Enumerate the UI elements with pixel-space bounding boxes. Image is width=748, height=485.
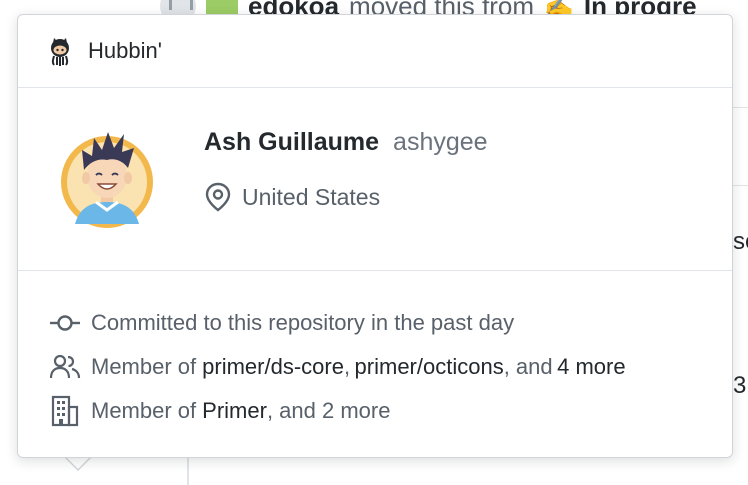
orgs-suffix: , and 2 more: [266, 398, 391, 423]
teams-context-item: Member of primer/ds-core, primer/octicon…: [18, 345, 732, 389]
git-commit-icon: [49, 308, 81, 338]
background-divider: [733, 185, 748, 186]
user-avatar[interactable]: [48, 120, 166, 238]
commit-context-text: Committed to this repository in the past…: [91, 310, 515, 335]
hovercard-context-list: Committed to this repository in the past…: [18, 271, 732, 433]
user-location-text: United States: [242, 183, 381, 210]
team-link-octicons[interactable]: primer/octicons: [355, 354, 504, 380]
orgs-prefix: Member of: [91, 398, 197, 423]
teams-more-link[interactable]: 4 more: [557, 354, 625, 380]
team-link-ds-core[interactable]: primer/ds-core: [202, 354, 344, 380]
user-hovercard: Hubbin' Ash Guillaume ashygee United Sta…: [17, 14, 733, 458]
teams-prefix: Member of: [91, 354, 197, 379]
user-name-row: Ash Guillaume ashygee: [204, 128, 488, 157]
org-name[interactable]: Hubbin': [88, 38, 162, 64]
background-text-fragment: se: [733, 228, 748, 255]
octocat-icon: [44, 35, 76, 67]
teams-separator: ,: [343, 354, 351, 379]
commit-context-item: Committed to this repository in the past…: [18, 301, 732, 345]
background-divider: [733, 107, 748, 108]
user-location: United States: [204, 182, 380, 212]
orgs-context-item: Member of Primer, and 2 more: [18, 389, 732, 433]
timeline-line: [187, 455, 189, 485]
hovercard-org-header[interactable]: Hubbin': [18, 15, 732, 88]
user-full-name[interactable]: Ash Guillaume: [204, 128, 379, 157]
organization-icon: [49, 395, 81, 427]
user-login[interactable]: ashygee: [393, 128, 488, 157]
org-link-primer[interactable]: Primer: [202, 398, 267, 424]
location-pin-icon: [205, 182, 231, 212]
hovercard-user-section: Ash Guillaume ashygee United States: [18, 88, 732, 271]
background-text-fragment: 3: [733, 372, 747, 399]
teams-and-text: , and: [503, 354, 553, 379]
people-icon: [49, 352, 81, 382]
